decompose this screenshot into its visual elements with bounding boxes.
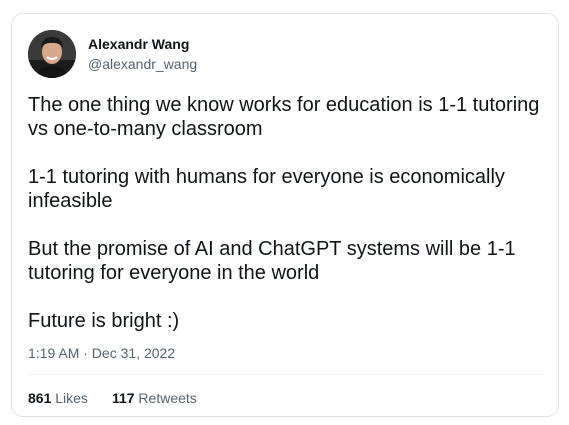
- tweet-paragraph: Future is bright :): [28, 310, 180, 332]
- likes-label: Likes: [55, 390, 88, 406]
- retweets-label: Retweets: [138, 390, 197, 406]
- retweets-stat[interactable]: 117 Retweets: [112, 389, 197, 407]
- retweets-count: 117: [111, 390, 139, 406]
- divider: [28, 374, 544, 375]
- profile-photo-icon: [28, 30, 76, 78]
- tweet-header: Alexandr Wang @alexandr_wang: [28, 30, 197, 78]
- tweet-timestamp[interactable]: 1:19 AM · Dec 31, 2022: [28, 344, 175, 362]
- tweet-paragraph: The one thing we know works for educatio…: [28, 94, 540, 140]
- tweet-stats: 861 Likes 117 Retweets: [28, 389, 221, 407]
- tweet-paragraph: But the promise of AI and ChatGPT system…: [28, 238, 516, 284]
- tweet-card[interactable]: Alexandr Wang @alexandr_wang The one thi…: [11, 13, 559, 417]
- avatar[interactable]: [28, 30, 76, 78]
- author-names: Alexandr Wang @alexandr_wang: [88, 35, 197, 73]
- tweet-text: The one thing we know works for educatio…: [28, 93, 543, 333]
- user-handle[interactable]: @alexandr_wang: [88, 55, 197, 73]
- likes-stat[interactable]: 861 Likes: [28, 389, 88, 407]
- tweet-paragraph: 1-1 tutoring with humans for everyone is…: [28, 166, 505, 212]
- display-name[interactable]: Alexandr Wang: [88, 35, 197, 53]
- likes-count: 861: [28, 390, 56, 406]
